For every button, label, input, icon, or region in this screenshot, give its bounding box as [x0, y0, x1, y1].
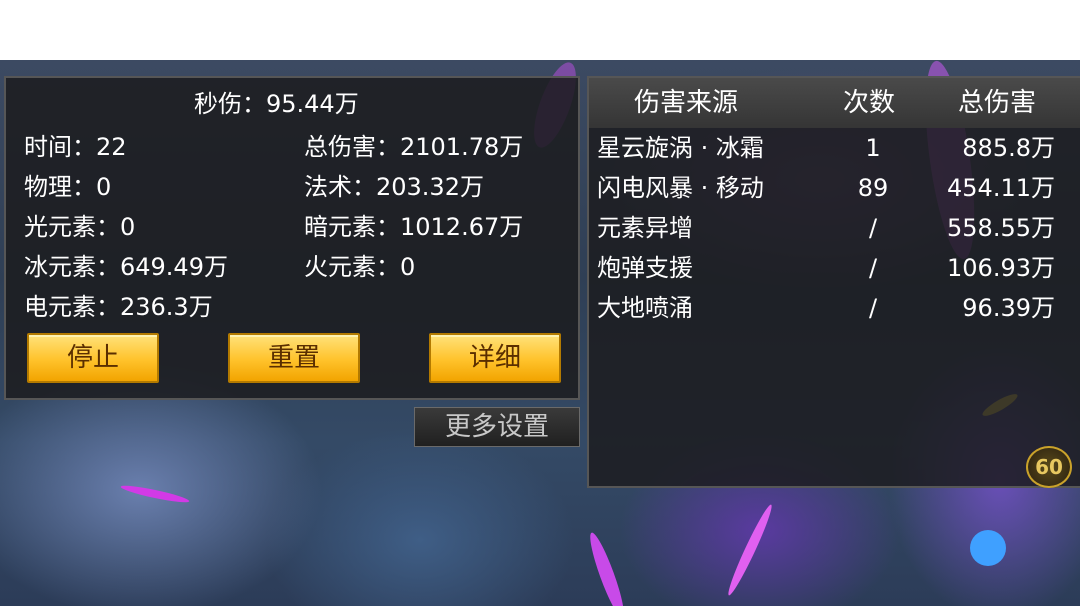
row-source: 星云旋涡 · 冰霜 [597, 134, 764, 162]
purple-energy-streak [585, 530, 629, 606]
more-settings-button[interactable]: 更多设置 [414, 407, 580, 447]
level-badge: 60 [1026, 446, 1072, 488]
time-label: 时间：22 [24, 133, 127, 161]
row-total: 454.11万 [947, 174, 1055, 202]
fire-element-label: 火元素：0 [304, 253, 416, 281]
header-total-damage: 总伤害 [958, 88, 1037, 118]
row-source: 元素异增 [597, 214, 693, 242]
reset-button[interactable]: 重置 [228, 333, 360, 383]
total-damage-label: 总伤害：2101.78万 [304, 133, 524, 161]
details-button[interactable]: 详细 [429, 333, 561, 383]
row-source: 炮弹支援 [597, 254, 693, 282]
cyan-glow [970, 530, 1006, 566]
electric-element-label: 电元素：236.3万 [24, 293, 213, 321]
row-total: 885.8万 [962, 134, 1055, 162]
header-count: 次数 [843, 88, 896, 118]
dark-element-label: 暗元素：1012.67万 [304, 213, 524, 241]
row-source: 闪电风暴 · 移动 [597, 174, 764, 202]
row-total: 96.39万 [962, 294, 1055, 322]
row-total: 106.93万 [947, 254, 1055, 282]
magic-damage-label: 法术：203.32万 [304, 173, 484, 201]
header-damage-source: 伤害来源 [634, 88, 739, 118]
row-source: 大地喷涌 [597, 294, 693, 322]
physical-damage-label: 物理：0 [24, 173, 112, 201]
row-total: 558.55万 [947, 214, 1055, 242]
purple-energy-streak [119, 482, 191, 506]
purple-energy-streak [724, 502, 776, 598]
ice-element-label: 冰元素：649.49万 [24, 253, 228, 281]
light-element-label: 光元素：0 [24, 213, 136, 241]
stop-button[interactable]: 停止 [27, 333, 159, 383]
dps-label: 秒伤：95.44万 [194, 90, 359, 118]
